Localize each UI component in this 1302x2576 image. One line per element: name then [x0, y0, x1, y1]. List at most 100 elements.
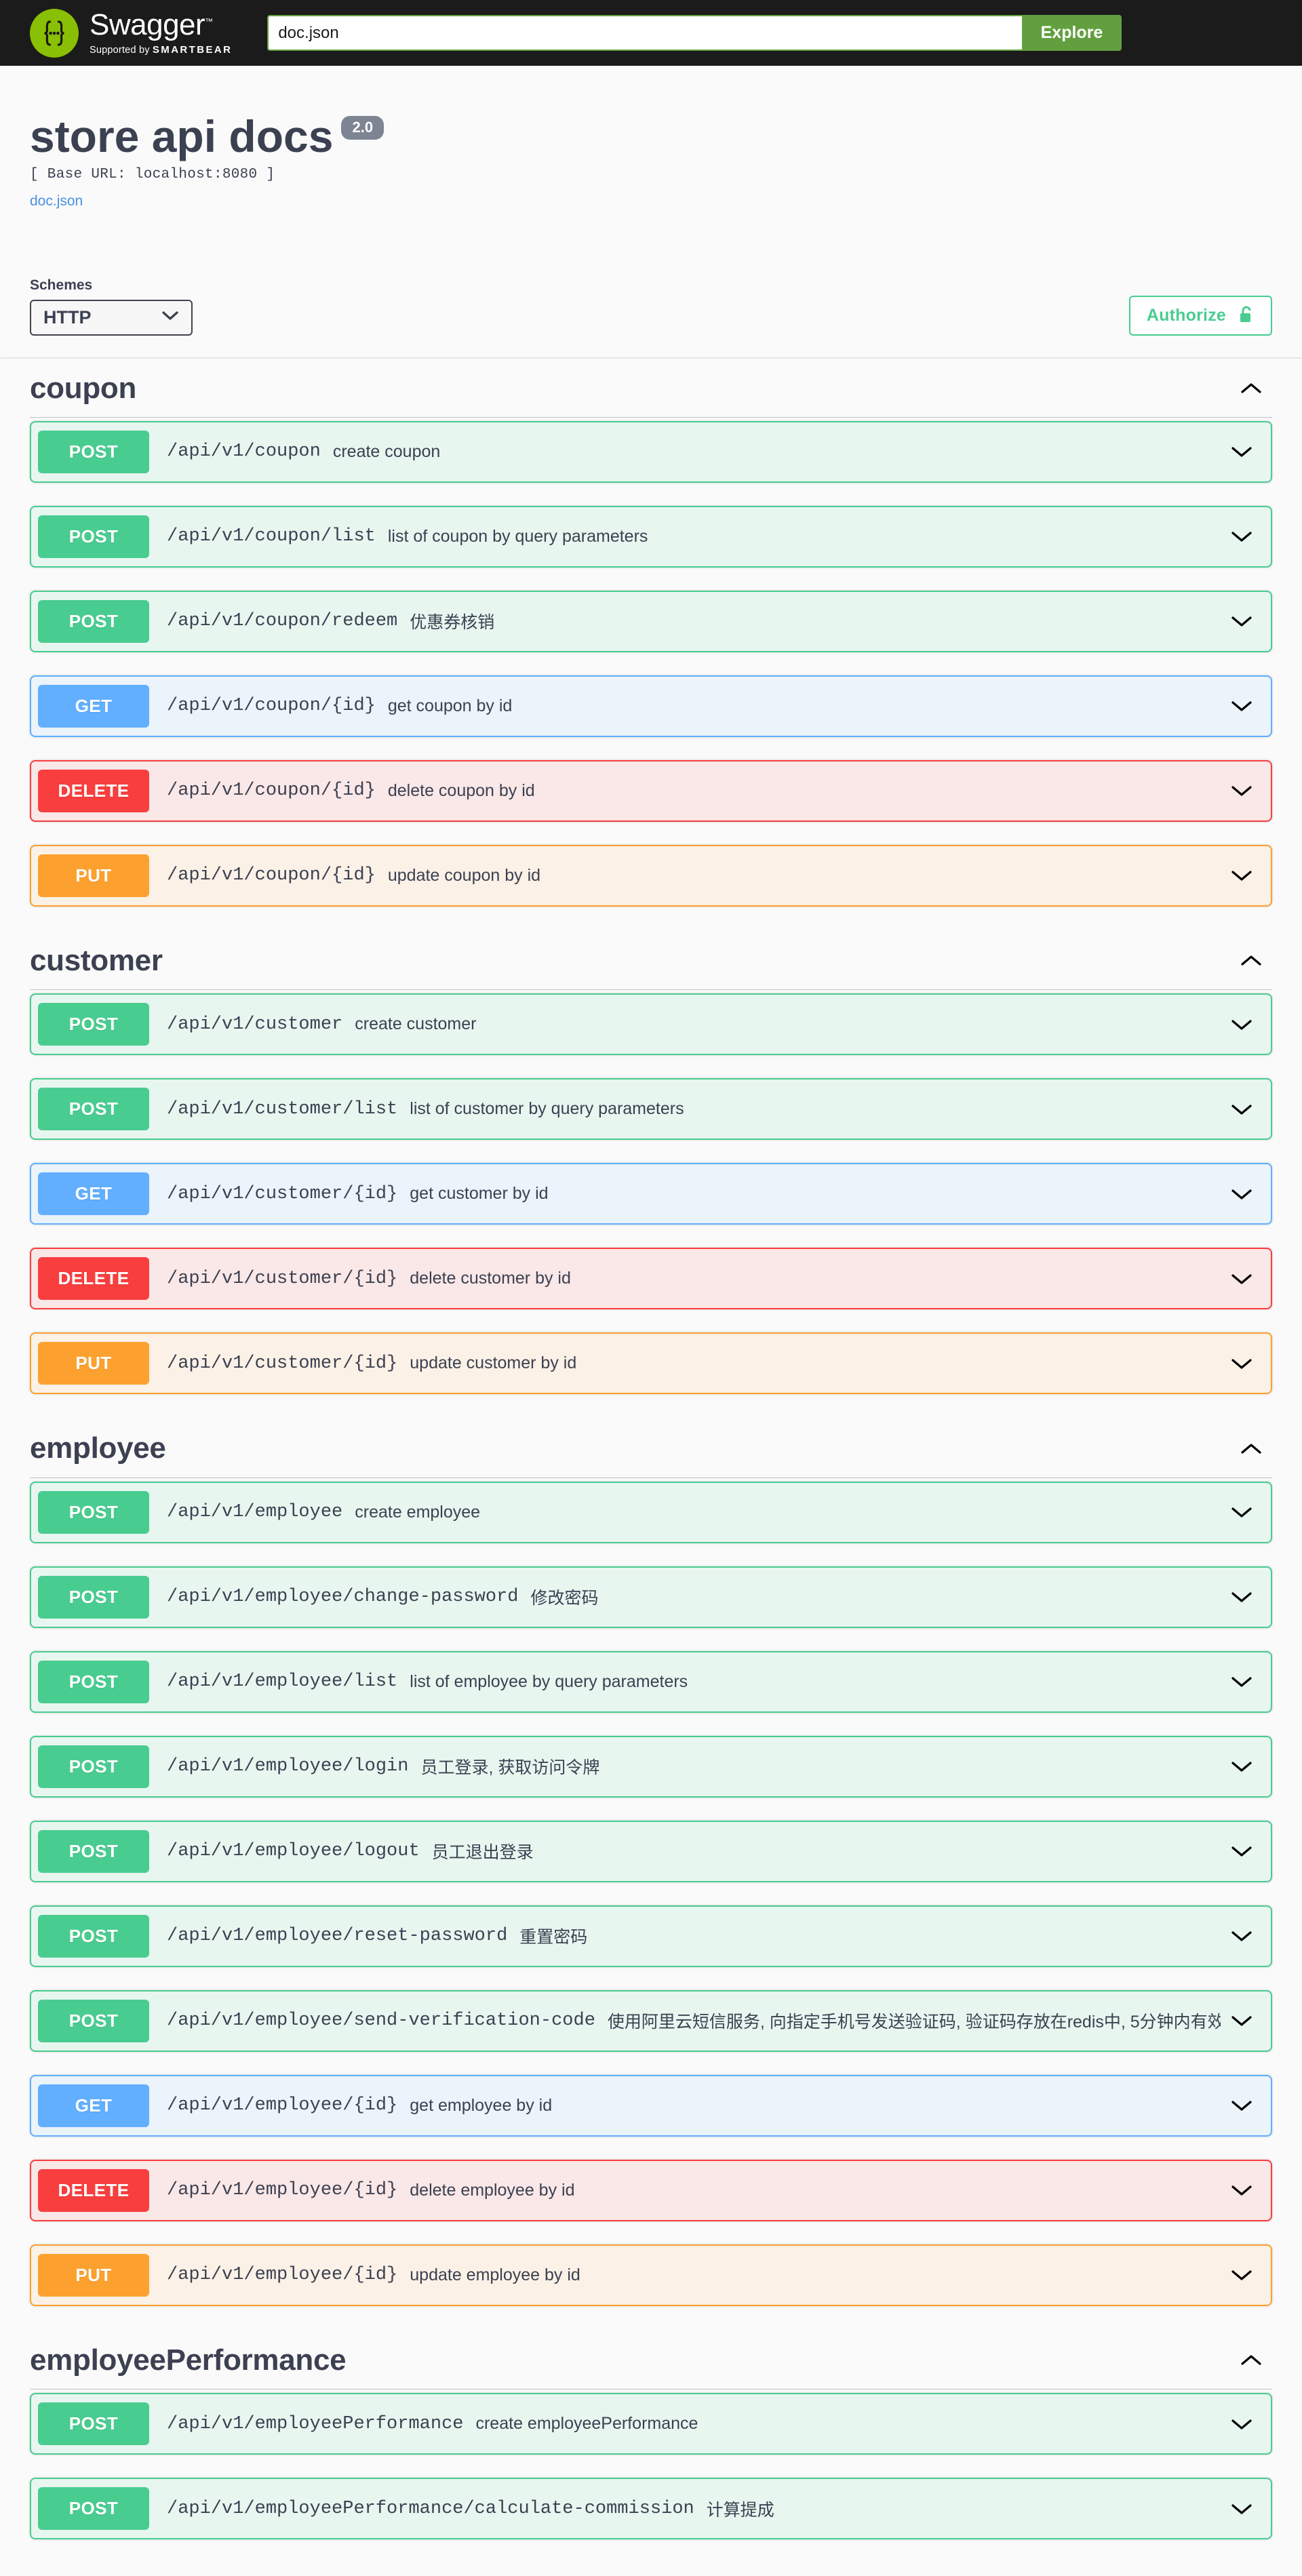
operation-post-/api/v1/customer[interactable]: POST/api/v1/customer create customer [30, 993, 1272, 1056]
chevron-down-icon[interactable] [1221, 1928, 1271, 1943]
operation-path: /api/v1/employee/logout [167, 1841, 420, 1862]
operation-delete-/api/v1/employee/{id}[interactable]: DELETE/api/v1/employee/{id} delete employ… [30, 2159, 1272, 2221]
operation-description: update employee by id [410, 2265, 580, 2284]
chevron-down-icon[interactable] [1221, 1674, 1271, 1689]
chevron-down-icon[interactable] [1221, 868, 1271, 883]
tag-header-employeePerformance[interactable]: employeePerformance [30, 2329, 1272, 2390]
http-method-badge: POST [38, 1660, 149, 1703]
operation-path: /api/v1/coupon [167, 441, 321, 462]
chevron-down-icon[interactable] [1221, 1589, 1271, 1604]
http-method-badge: POST [38, 1745, 149, 1788]
chevron-down-icon[interactable] [1221, 2501, 1271, 2516]
operation-delete-/api/v1/coupon/{id}[interactable]: DELETE/api/v1/coupon/{id} delete coupon b… [30, 759, 1272, 822]
operation-post-/api/v1/coupon/redeem[interactable]: POST/api/v1/coupon/redeem 优惠券核销 [30, 590, 1272, 652]
chevron-down-icon[interactable] [1221, 614, 1271, 629]
operation-description: 重置密码 [519, 1928, 588, 1947]
unlock-icon [1238, 305, 1255, 326]
http-method-badge: GET [38, 1172, 149, 1216]
chevron-down-icon[interactable] [1221, 1759, 1271, 1774]
operation-description: update coupon by id [387, 865, 541, 885]
operation-get-/api/v1/employee/{id}[interactable]: GET/api/v1/employee/{id} get employee by … [30, 2074, 1272, 2137]
operation-description: get customer by id [410, 1184, 549, 1204]
operation-path: /api/v1/employee/{id} [167, 2265, 398, 2286]
chevron-down-icon[interactable] [1221, 2417, 1271, 2432]
operation-post-/api/v1/employee/logout[interactable]: POST/api/v1/employee/logout 员工退出登录 [30, 1820, 1272, 1882]
authorize-label: Authorize [1146, 305, 1226, 325]
chevron-up-icon[interactable] [1240, 953, 1263, 968]
operation-post-/api/v1/coupon/list[interactable]: POST/api/v1/coupon/list list of coupon by… [30, 505, 1272, 568]
chevron-down-icon[interactable] [1221, 1505, 1271, 1520]
schemes-and-auth-bar: Schemes HTTP Authorize [0, 256, 1302, 357]
swagger-logo-link[interactable]: Swagger™ Supported by SMARTBEAR [30, 8, 232, 58]
http-method-badge: POST [38, 1088, 149, 1131]
operation-description: 计算提成 [706, 2500, 774, 2520]
http-method-badge: POST [38, 1829, 149, 1873]
chevron-down-icon[interactable] [1221, 1271, 1271, 1286]
tag-header-customer[interactable]: customer [30, 930, 1272, 991]
chevron-down-icon[interactable] [1221, 1102, 1271, 1117]
chevron-up-icon[interactable] [1240, 2353, 1263, 2368]
http-method-badge: DELETE [38, 2168, 149, 2212]
chevron-down-icon[interactable] [1221, 529, 1271, 544]
chevron-down-icon[interactable] [1221, 444, 1271, 459]
chevron-down-icon[interactable] [1221, 698, 1271, 713]
chevron-down-icon[interactable] [1221, 1017, 1271, 1032]
chevron-down-icon[interactable] [1221, 2013, 1271, 2028]
operation-path: /api/v1/employee/{id} [167, 2180, 398, 2201]
api-title-text: store api docs [30, 111, 334, 161]
operation-delete-/api/v1/customer/{id}[interactable]: DELETE/api/v1/customer/{id} delete custom… [30, 1248, 1272, 1310]
spec-url-form: Explore [267, 15, 1122, 51]
chevron-down-icon[interactable] [1221, 1844, 1271, 1859]
operation-path: /api/v1/customer/{id} [167, 1353, 398, 1374]
page-title: store api docs 2.0 [30, 112, 1272, 161]
operation-get-/api/v1/customer/{id}[interactable]: GET/api/v1/customer/{id} get customer by … [30, 1163, 1272, 1225]
trademark-symbol: ™ [205, 16, 213, 26]
operation-description: create customer [355, 1014, 477, 1034]
operation-post-/api/v1/employeePerformance/calculate-commission[interactable]: POST/api/v1/employeePerformance/calculat… [30, 2478, 1272, 2540]
operation-post-/api/v1/employeePerformance[interactable]: POST/api/v1/employeePerformance create em… [30, 2393, 1272, 2455]
operation-description: 员工退出登录 [431, 1843, 534, 1863]
chevron-down-icon[interactable] [1221, 2183, 1271, 2198]
operation-put-/api/v1/employee/{id}[interactable]: PUT/api/v1/employee/{id} update employee … [30, 2244, 1272, 2306]
operation-post-/api/v1/employee/send-verification-code[interactable]: POST/api/v1/employee/send-verification-c… [30, 1989, 1272, 2052]
schemes-select[interactable]: HTTP [30, 299, 193, 336]
operation-get-/api/v1/coupon/{id}[interactable]: GET/api/v1/coupon/{id} get coupon by id [30, 675, 1272, 737]
operation-path: /api/v1/employee/change-password [167, 1587, 519, 1608]
operation-put-/api/v1/coupon/{id}[interactable]: PUT/api/v1/coupon/{id} update coupon by i… [30, 844, 1272, 907]
authorize-button[interactable]: Authorize [1128, 295, 1272, 336]
http-method-badge: POST [38, 599, 149, 643]
operation-path: /api/v1/employeePerformance/calculate-co… [167, 2498, 694, 2519]
supported-by-label: Supported by [90, 45, 153, 56]
chevron-down-icon[interactable] [1221, 2267, 1271, 2282]
chevron-down-icon[interactable] [1221, 2098, 1271, 2113]
http-method-badge: POST [38, 1490, 149, 1534]
operation-put-/api/v1/customer/{id}[interactable]: PUT/api/v1/customer/{id} update customer … [30, 1332, 1272, 1395]
tag-header-employee[interactable]: employee [30, 1417, 1272, 1478]
operation-description: delete employee by id [410, 2180, 575, 2200]
explore-button[interactable]: Explore [1021, 15, 1122, 51]
chevron-down-icon[interactable] [1221, 783, 1271, 798]
http-method-badge: POST [38, 1575, 149, 1619]
http-method-badge: DELETE [38, 769, 149, 812]
operation-post-/api/v1/employee[interactable]: POST/api/v1/employee create employee [30, 1481, 1272, 1543]
operation-path: /api/v1/customer [167, 1014, 343, 1035]
spec-definition-link[interactable]: doc.json [30, 193, 83, 210]
topbar: Swagger™ Supported by SMARTBEAR Explore [0, 0, 1302, 66]
operation-post-/api/v1/employee/list[interactable]: POST/api/v1/employee/list list of employe… [30, 1650, 1272, 1713]
operation-post-/api/v1/employee/change-password[interactable]: POST/api/v1/employee/change-password 修改密码 [30, 1566, 1272, 1628]
spec-url-input[interactable] [267, 15, 1022, 51]
operation-path: /api/v1/coupon/redeem [167, 611, 398, 632]
tag-header-coupon[interactable]: coupon [30, 357, 1272, 418]
chevron-down-icon[interactable] [1221, 1187, 1271, 1202]
operation-post-/api/v1/coupon[interactable]: POST/api/v1/coupon create coupon [30, 420, 1272, 483]
operation-description: create employeePerformance [475, 2414, 698, 2434]
base-url: [ Base URL: localhost:8080 ] [30, 166, 275, 182]
operation-description: create coupon [332, 441, 441, 461]
chevron-up-icon[interactable] [1240, 381, 1263, 396]
operation-post-/api/v1/employee/reset-password[interactable]: POST/api/v1/employee/reset-password 重置密码 [30, 1905, 1272, 1967]
operation-description: list of employee by query parameters [410, 1671, 688, 1691]
chevron-down-icon[interactable] [1221, 1356, 1271, 1371]
operation-post-/api/v1/employee/login[interactable]: POST/api/v1/employee/login 员工登录, 获取访问令牌 [30, 1735, 1272, 1798]
chevron-up-icon[interactable] [1240, 1442, 1263, 1457]
operation-post-/api/v1/customer/list[interactable]: POST/api/v1/customer/list list of custome… [30, 1078, 1272, 1141]
